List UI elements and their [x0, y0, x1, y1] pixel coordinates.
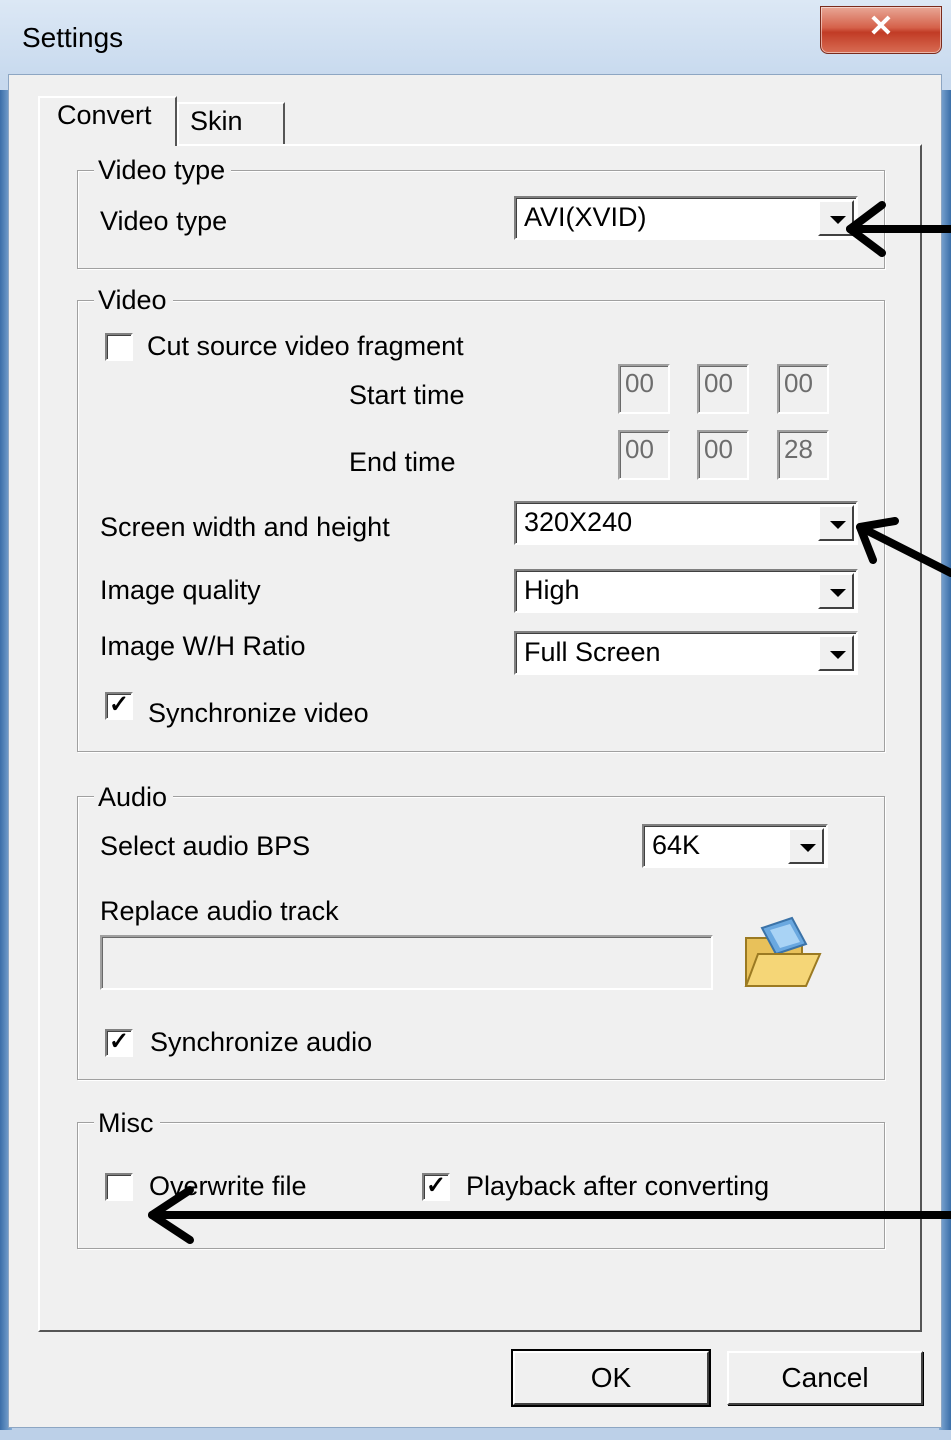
arrow-overwrite	[148, 1186, 951, 1244]
annotation-arrows	[148, 201, 951, 1244]
arrow-screen-size	[856, 517, 951, 577]
tab-convert[interactable]: Convert	[38, 96, 177, 146]
arrow-video-type	[846, 201, 951, 257]
